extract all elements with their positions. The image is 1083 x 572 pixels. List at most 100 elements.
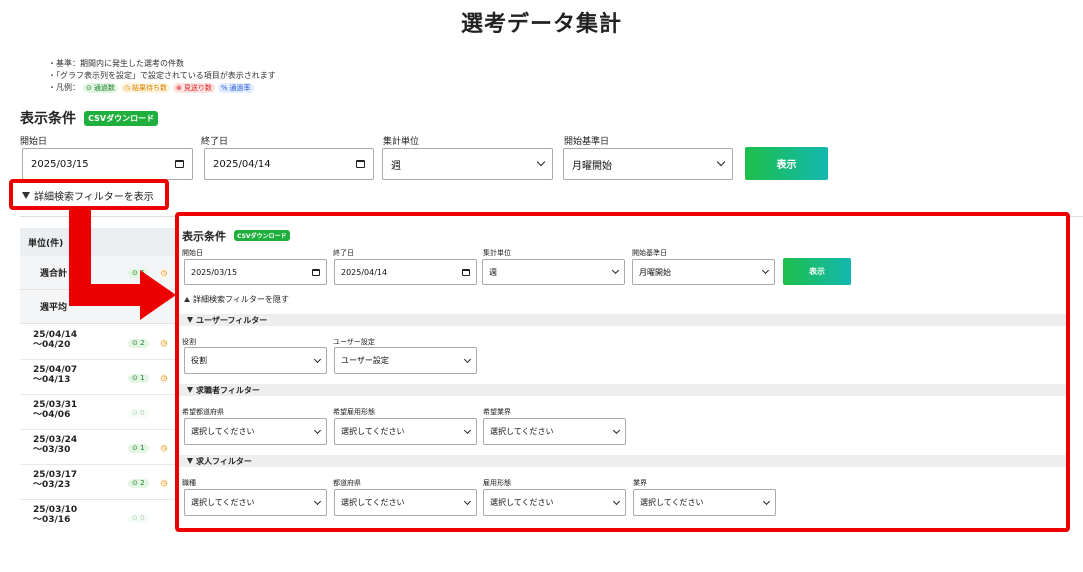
chevron-down-icon (612, 426, 621, 434)
chevron-down-icon (716, 157, 726, 167)
industry-label: 業界 (633, 479, 647, 487)
prefecture-label: 都道府県 (333, 479, 361, 487)
desired-prefecture-select[interactable]: 選択してください (184, 418, 327, 445)
chevron-down-icon (611, 266, 620, 275)
panel-base-day-label: 開始基準日 (632, 249, 667, 257)
chevron-down-icon (313, 355, 322, 363)
table-row: 25/04/07 ～04/13 ⊙ 1 ◷ (20, 360, 180, 395)
panel-start-date-label: 開始日 (182, 249, 203, 257)
pass-count-pill: ⊙ 1 (128, 374, 149, 383)
table-unit-header: 単位(件) (20, 228, 180, 256)
pass-count-pill: ⊙ 1 (128, 444, 149, 453)
job-type-select[interactable]: 選択してください (184, 489, 327, 516)
applicant-filter-header[interactable]: 求職者フィルター (179, 384, 1066, 396)
calendar-icon[interactable] (462, 268, 470, 276)
end-date-input[interactable]: 2025/04/14 (204, 148, 374, 180)
check-circle-icon: ⊙ (86, 84, 92, 92)
percent-icon: % (220, 84, 228, 92)
desired-employment-select[interactable]: 選択してください (334, 418, 477, 445)
start-date-label: 開始日 (20, 137, 48, 147)
job-filter-header[interactable]: 求人フィルター (179, 455, 1066, 467)
desired-prefecture-label: 希望都道府県 (182, 408, 224, 416)
chevron-down-icon (463, 497, 472, 505)
panel-unit-select[interactable]: 週 (482, 259, 625, 285)
chevron-down-icon (761, 266, 770, 275)
clock-icon: ◷ (160, 444, 168, 453)
table-row: 25/03/10 ～03/16 ⊙ 0 (20, 500, 180, 535)
panel-base-day-select[interactable]: 月曜開始 (632, 259, 775, 285)
show-button[interactable]: 表示 (745, 147, 828, 180)
x-circle-icon: ⊗ (175, 84, 182, 92)
industry-select[interactable]: 選択してください (633, 489, 776, 516)
table-row: 25/03/31 ～04/06 ⊙ 0 (20, 395, 180, 430)
legend-waiting: ◷ 結果待ち数 (120, 83, 170, 93)
csv-download-button[interactable]: CSVダウンロード (84, 111, 159, 126)
legend-declined: ⊗ 見送り数 (172, 83, 215, 93)
panel-end-date-label: 終了日 (333, 249, 354, 257)
chevron-down-icon (463, 355, 472, 363)
calendar-icon[interactable] (175, 160, 184, 168)
panel-conditions-title: 表示条件 (182, 230, 226, 243)
expanded-filter-panel: 表示条件 CSVダウンロード 開始日 2025/03/15 終了日 2025/0… (175, 212, 1070, 532)
desired-employment-label: 希望雇用形態 (333, 408, 375, 416)
chevron-down-icon (313, 497, 322, 505)
panel-conditions-header: 表示条件 CSVダウンロード (182, 225, 290, 244)
chevron-down-icon (762, 497, 771, 505)
legend: ・凡例： ⊙ 通過数 ◷ 結果待ち数 ⊗ 見送り数 % 通過率 (48, 82, 276, 94)
triangle-down-icon (22, 192, 30, 199)
base-day-select[interactable]: 月曜開始 (563, 148, 733, 180)
end-date-label: 終了日 (201, 137, 229, 147)
base-day-label: 開始基準日 (564, 137, 610, 147)
notes: ・基準：期間内に発生した選考の件数 ・「グラフ表示列を設定」で設定されている項目… (48, 58, 276, 94)
table-row: 25/03/17 ～03/23 ⊙ 2 ◷ (20, 465, 180, 500)
user-setting-select[interactable]: ユーザー設定 (334, 347, 477, 374)
panel-csv-download-button[interactable]: CSVダウンロード (234, 230, 290, 241)
calendar-icon[interactable] (356, 160, 365, 168)
pass-count-pill: ⊙ 2 (128, 339, 149, 348)
role-label: 役割 (182, 338, 196, 346)
pass-count-pill: ⊙ 0 (128, 409, 149, 418)
panel-show-button[interactable]: 表示 (783, 258, 851, 285)
filter-toggle-hide[interactable]: 詳細検索フィルターを隠す (184, 294, 289, 305)
panel-end-date-input[interactable]: 2025/04/14 (334, 259, 477, 285)
clock-icon: ◷ (160, 374, 168, 383)
job-type-label: 職種 (182, 479, 196, 487)
conditions-header: 表示条件 CSVダウンロード (20, 108, 159, 128)
prefecture-select[interactable]: 選択してください (334, 489, 477, 516)
unit-label: 集計単位 (383, 137, 420, 147)
legend-pass: ⊙ 通過数 (83, 83, 118, 93)
chevron-down-icon (536, 157, 546, 167)
table-row: 25/04/14 ～04/20 ⊙ 2 ◷ (20, 325, 180, 360)
user-filter-header[interactable]: ユーザーフィルター (179, 314, 1066, 326)
role-select[interactable]: 役割 (184, 347, 327, 374)
clock-icon: ◷ (160, 339, 168, 348)
legend-rate: % 通過率 (217, 83, 254, 93)
user-setting-label: ユーザー設定 (333, 338, 375, 346)
chevron-down-icon (463, 426, 472, 434)
employment-type-label: 雇用形態 (483, 479, 511, 487)
conditions-title: 表示条件 (20, 111, 76, 127)
note-graph-columns: ・「グラフ表示列を設定」で設定されている項目が表示されます (48, 71, 276, 80)
panel-start-date-input[interactable]: 2025/03/15 (184, 259, 327, 285)
arrow-shaft-horizontal (69, 284, 144, 306)
start-date-input[interactable]: 2025/03/15 (22, 148, 193, 180)
legend-prefix: ・凡例： (48, 83, 80, 92)
triangle-down-icon (187, 317, 193, 323)
filter-toggle-show[interactable]: 詳細検索フィルターを表示 (22, 188, 154, 203)
unit-select[interactable]: 週 (382, 148, 553, 180)
desired-industry-select[interactable]: 選択してください (483, 418, 626, 445)
note-basis: ・基準：期間内に発生した選考の件数 (48, 59, 184, 68)
table-row: 25/03/24 ～03/30 ⊙ 1 ◷ (20, 430, 180, 465)
arrow-head-icon (140, 270, 176, 320)
chevron-down-icon (612, 497, 621, 505)
pass-count-pill: ⊙ 0 (128, 514, 149, 523)
triangle-down-icon (187, 458, 193, 464)
clock-icon: ◷ (123, 84, 130, 92)
employment-type-select[interactable]: 選択してください (483, 489, 626, 516)
panel-unit-label: 集計単位 (483, 249, 511, 257)
triangle-down-icon (187, 387, 193, 393)
desired-industry-label: 希望業界 (483, 408, 511, 416)
triangle-up-icon (184, 297, 190, 302)
calendar-icon[interactable] (312, 268, 320, 276)
clock-icon: ◷ (160, 479, 168, 488)
